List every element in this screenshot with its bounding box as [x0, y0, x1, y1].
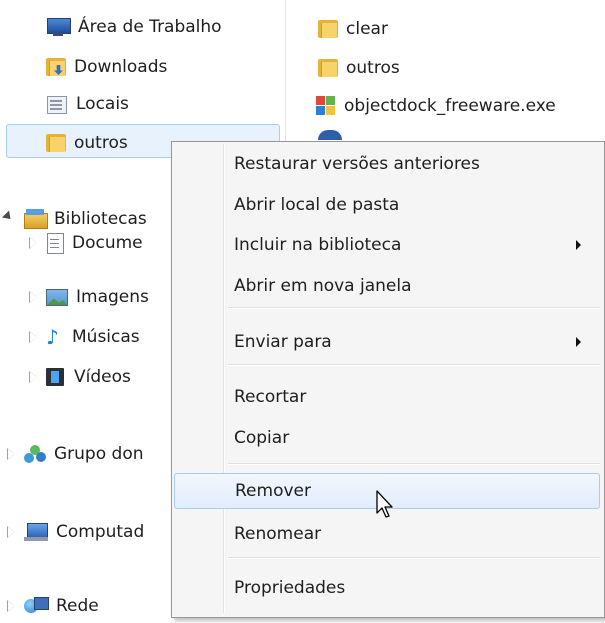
file-item-label: clear [346, 19, 388, 39]
menu-item-label: Copiar [234, 428, 290, 448]
nav-item-label: Imagens [76, 287, 149, 307]
submenu-arrow-icon [576, 240, 581, 250]
videos-icon [46, 368, 66, 386]
computer-icon [24, 522, 48, 542]
folder-icon [318, 59, 338, 77]
nav-item-label: Músicas [72, 327, 140, 347]
nav-item-label: Computad [56, 522, 145, 542]
menu-item-restaurar[interactable]: Restaurar versões anteriores [172, 147, 602, 181]
nav-item-label: outros [74, 133, 128, 153]
menu-item-label: Enviar para [234, 332, 332, 352]
recent-places-icon [46, 94, 68, 114]
menu-item-abrir-local[interactable]: Abrir local de pasta [172, 188, 602, 222]
nav-item-computador[interactable]: Computad [24, 515, 144, 549]
downloads-folder-icon [46, 58, 66, 76]
music-icon: ♪ [46, 325, 59, 349]
collapsed-arrow-fill [8, 449, 15, 459]
menu-item-renomear[interactable]: Renomear [172, 517, 602, 551]
menu-item-recortar[interactable]: Recortar [172, 380, 602, 414]
nav-item-label: Vídeos [74, 367, 131, 387]
menu-separator [228, 463, 600, 465]
folder-icon [46, 134, 66, 152]
menu-item-label: Restaurar versões anteriores [234, 154, 480, 174]
desktop-icon [46, 17, 71, 37]
file-item-clear[interactable]: clear [318, 12, 388, 46]
menu-item-enviar-para[interactable]: Enviar para [172, 325, 602, 359]
collapsed-arrow-fill [30, 332, 37, 342]
expanded-arrow-icon[interactable] [1, 210, 15, 223]
exe-icon [316, 96, 338, 116]
network-icon [24, 596, 49, 616]
menu-item-label: Abrir local de pasta [234, 195, 400, 215]
collapsed-arrow-fill [30, 372, 37, 382]
file-item-label: outros [346, 58, 400, 78]
menu-item-incluir-biblioteca[interactable]: Incluir na biblioteca [172, 228, 602, 262]
collapsed-arrow-fill [30, 238, 37, 248]
menu-separator [228, 364, 600, 366]
menu-separator [228, 307, 600, 309]
nav-item-label: Locais [76, 94, 129, 114]
file-item-objectdock[interactable]: objectdock_freeware.exe [316, 89, 556, 123]
libraries-icon [24, 209, 48, 229]
menu-item-propriedades[interactable]: Propriedades [172, 571, 602, 605]
collapsed-arrow-fill [8, 527, 15, 537]
collapsed-arrow-fill [30, 292, 37, 302]
nav-item-musicas[interactable]: ♪ Músicas [46, 320, 140, 354]
nav-item-outros[interactable]: outros [46, 126, 128, 160]
menu-item-label: Remover [235, 481, 311, 501]
nav-item-documentos[interactable]: Docume [46, 226, 143, 260]
menu-item-nova-janela[interactable]: Abrir em nova janela [172, 269, 602, 303]
nav-item-label: Grupo don [54, 444, 144, 464]
nav-item-label: Área de Trabalho [78, 17, 222, 37]
nav-item-label: Downloads [74, 57, 168, 77]
menu-item-label: Recortar [234, 387, 307, 407]
menu-separator [228, 557, 600, 559]
nav-item-imagens[interactable]: Imagens [46, 280, 149, 314]
pane-divider[interactable] [285, 0, 286, 150]
menu-item-label: Abrir em nova janela [234, 276, 412, 296]
homegroup-icon [24, 444, 46, 464]
menu-item-label: Incluir na biblioteca [234, 235, 402, 255]
pictures-icon [46, 288, 68, 306]
menu-item-label: Renomear [234, 524, 322, 544]
nav-item-label: Docume [72, 233, 143, 253]
submenu-arrow-icon [576, 337, 581, 347]
folder-icon [318, 20, 338, 38]
nav-item-downloads[interactable]: Downloads [46, 50, 167, 84]
file-item-label: objectdock_freeware.exe [344, 96, 556, 116]
nav-item-grupo-domestico[interactable]: Grupo don [24, 437, 144, 471]
nav-item-label: Rede [56, 596, 99, 616]
nav-item-desktop[interactable]: Área de Trabalho [46, 10, 222, 44]
file-item-outros[interactable]: outros [318, 51, 400, 85]
context-menu: Restaurar versões anteriores Abrir local… [171, 141, 605, 618]
nav-item-locais[interactable]: Locais [46, 87, 129, 121]
mouse-pointer-icon [376, 490, 393, 518]
documents-icon [46, 233, 64, 254]
menu-item-label: Propriedades [234, 578, 346, 598]
nav-item-videos[interactable]: Vídeos [46, 360, 131, 394]
partial-file-icon [318, 130, 342, 140]
collapsed-arrow-fill [8, 601, 15, 611]
menu-item-copiar[interactable]: Copiar [172, 421, 602, 455]
